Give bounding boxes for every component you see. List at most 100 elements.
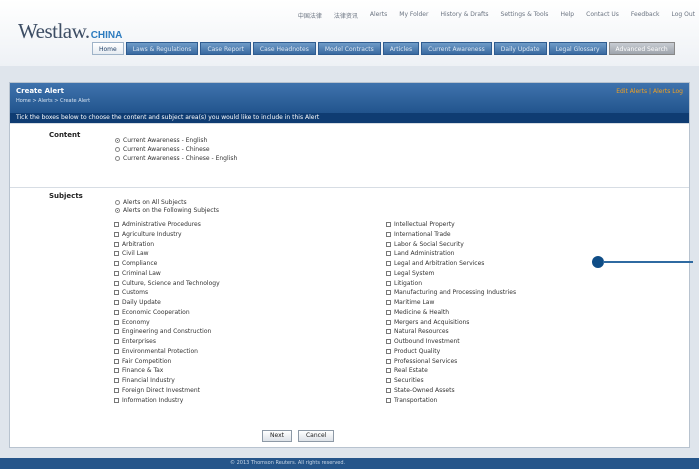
nav-tab[interactable]: Advanced Search (608, 42, 675, 55)
checkbox[interactable] (114, 358, 119, 364)
subject-checkbox-row[interactable]: Securities (386, 377, 424, 384)
subject-checkbox-row[interactable]: Land Administration (386, 250, 454, 257)
next-button[interactable]: Next (262, 430, 292, 442)
subject-checkbox-row[interactable]: Culture, Science and Technology (114, 280, 220, 287)
util-link[interactable]: History & Drafts (440, 11, 488, 20)
subject-checkbox-row[interactable]: Customs (114, 289, 148, 296)
checkbox[interactable] (386, 280, 391, 286)
subject-checkbox-row[interactable]: State-Owned Assets (386, 387, 455, 394)
subject-checkbox-row[interactable]: Information Industry (114, 397, 183, 404)
radio-button[interactable] (115, 156, 120, 161)
checkbox[interactable] (386, 231, 391, 237)
content-option[interactable]: Current Awareness - Chinese (115, 146, 210, 153)
util-link[interactable]: 法律资讯 (334, 11, 358, 20)
checkbox[interactable] (386, 368, 391, 374)
checkbox[interactable] (114, 309, 119, 315)
util-link[interactable]: Settings & Tools (501, 11, 549, 20)
subject-scope-option[interactable]: Alerts on the Following Subjects (115, 207, 219, 214)
checkbox[interactable] (114, 290, 119, 296)
subject-checkbox-row[interactable]: Mergers and Acquisitions (386, 319, 469, 326)
subject-checkbox-row[interactable]: Financial Industry (114, 377, 175, 384)
checkbox[interactable] (114, 368, 119, 374)
nav-tab[interactable]: Case Report (200, 42, 251, 55)
util-link[interactable]: 中国法律 (298, 11, 322, 20)
checkbox[interactable] (386, 222, 391, 227)
checkbox[interactable] (386, 358, 391, 364)
checkbox[interactable] (386, 378, 391, 383)
radio-button[interactable] (115, 147, 120, 152)
subject-checkbox-row[interactable]: Finance & Tax (114, 367, 163, 374)
checkbox[interactable] (386, 261, 391, 266)
subject-checkbox-row[interactable]: Natural Resources (386, 328, 449, 335)
subject-checkbox-row[interactable]: Agriculture Industry (114, 231, 182, 238)
checkbox[interactable] (386, 348, 391, 354)
subject-checkbox-row[interactable]: Litigation (386, 280, 422, 287)
radio-button[interactable] (115, 138, 120, 143)
util-link[interactable]: Help (560, 11, 574, 20)
checkbox[interactable] (114, 387, 119, 393)
nav-tab[interactable]: Daily Update (493, 42, 547, 55)
radio-button[interactable] (115, 200, 120, 205)
subject-checkbox-row[interactable]: Labor & Social Security (386, 241, 464, 248)
nav-tab[interactable]: Current Awareness (421, 42, 492, 55)
subject-checkbox-row[interactable]: Real Estate (386, 367, 428, 374)
alert-links[interactable]: Edit Alerts | Alerts Log (616, 88, 683, 95)
subject-checkbox-row[interactable]: Outbound Investment (386, 338, 460, 345)
subject-checkbox-row[interactable]: Economy (114, 319, 150, 326)
util-link[interactable]: Alerts (370, 11, 387, 20)
checkbox[interactable] (386, 387, 391, 393)
nav-tab[interactable]: Home (92, 42, 124, 55)
nav-tab[interactable]: Legal Glossary (548, 42, 607, 55)
subject-checkbox-row[interactable]: Enterprises (114, 338, 156, 345)
checkbox[interactable] (114, 339, 119, 344)
checkbox[interactable] (386, 397, 391, 403)
subject-checkbox-row[interactable]: Manufacturing and Processing Industries (386, 289, 516, 296)
checkbox[interactable] (386, 339, 391, 344)
subject-checkbox-row[interactable]: Professional Services (386, 358, 457, 365)
checkbox[interactable] (386, 241, 391, 247)
subject-checkbox-row[interactable]: Criminal Law (114, 270, 161, 277)
checkbox[interactable] (386, 270, 391, 276)
subject-checkbox-row[interactable]: Legal System (386, 270, 434, 277)
util-link[interactable]: Log Out (671, 11, 695, 20)
radio-button[interactable] (115, 208, 120, 213)
checkbox[interactable] (114, 222, 119, 227)
subject-checkbox-row[interactable]: Transportation (386, 397, 437, 404)
nav-tab[interactable]: Articles (382, 42, 420, 55)
subject-checkbox-row[interactable]: Product Quality (386, 348, 440, 355)
checkbox[interactable] (114, 397, 119, 403)
content-option[interactable]: Current Awareness - Chinese - English (115, 155, 237, 162)
subject-checkbox-row[interactable]: Daily Update (114, 299, 161, 306)
cancel-button[interactable]: Cancel (297, 430, 335, 442)
checkbox[interactable] (114, 378, 119, 383)
content-option[interactable]: Current Awareness - English (115, 137, 207, 144)
subject-checkbox-row[interactable]: Engineering and Construction (114, 328, 211, 335)
subject-checkbox-row[interactable]: Medicine & Health (386, 309, 449, 316)
checkbox[interactable] (114, 251, 119, 257)
checkbox[interactable] (114, 270, 119, 276)
checkbox[interactable] (114, 300, 119, 305)
util-link[interactable]: Feedback (631, 11, 660, 20)
subject-checkbox-row[interactable]: Foreign Direct Investment (114, 387, 200, 394)
checkbox[interactable] (114, 280, 119, 286)
subject-checkbox-row[interactable]: Administrative Procedures (114, 221, 201, 228)
checkbox[interactable] (386, 329, 391, 335)
subject-checkbox-row[interactable]: International Trade (386, 231, 451, 238)
checkbox[interactable] (114, 329, 119, 335)
checkbox[interactable] (386, 309, 391, 315)
checkbox[interactable] (114, 348, 119, 354)
nav-tab[interactable]: Case Headnotes (252, 42, 316, 55)
checkbox[interactable] (114, 319, 119, 325)
subject-checkbox-row[interactable]: Arbitration (114, 241, 154, 248)
util-link[interactable]: My Folder (399, 11, 428, 20)
subject-checkbox-row[interactable]: Environmental Protection (114, 348, 198, 355)
nav-tab[interactable]: Model Contracts (317, 42, 381, 55)
breadcrumb[interactable]: Home > Alerts > Create Alert (16, 98, 90, 104)
checkbox[interactable] (114, 231, 119, 237)
util-link[interactable]: Contact Us (586, 11, 619, 20)
checkbox[interactable] (386, 300, 391, 305)
checkbox[interactable] (386, 251, 391, 257)
subject-checkbox-row[interactable]: Civil Law (114, 250, 149, 257)
nav-tab[interactable]: Laws & Regulations (125, 42, 199, 55)
subject-checkbox-row[interactable]: Compliance (114, 260, 157, 267)
